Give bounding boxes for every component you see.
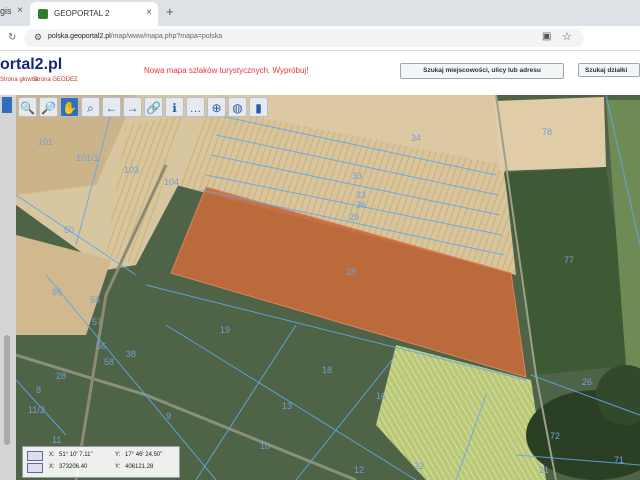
parcel-label: 96 <box>52 287 63 297</box>
parcel-label: 33 <box>356 190 367 200</box>
coord-value-y2: 406121.28 <box>125 464 154 470</box>
screenshot-icon[interactable]: ▣ <box>542 31 551 42</box>
parcel-label: 33 <box>352 171 363 181</box>
parcel-label: 36 <box>356 200 367 210</box>
parcel-label: 38 <box>126 349 137 359</box>
parcel-label: 12 <box>354 465 365 475</box>
parcel-label: 50 <box>64 225 75 235</box>
measure-icon[interactable]: … <box>186 97 205 117</box>
forward-arrow-icon[interactable]: → <box>123 97 142 117</box>
parcel-label: 8 <box>36 385 42 395</box>
zoom-in-icon[interactable]: 🔍 <box>18 97 37 117</box>
previous-tab[interactable]: gis <box>0 6 12 16</box>
parcel-label: 71 <box>614 455 625 465</box>
parcel-label: 9 <box>166 411 172 421</box>
news-banner[interactable]: Nowa mapa szlaków turystycznych. Wypróbu… <box>144 66 308 75</box>
map-toolbar: 🔍 🔎 ✋ ⌕ ← → 🔗 ℹ … ⊕ ◍ ▮ <box>18 97 268 121</box>
parcel-label: 34 <box>411 133 422 143</box>
new-tab-button[interactable]: + <box>166 4 174 19</box>
parcel-label: 29 <box>349 212 360 222</box>
close-icon[interactable]: × <box>17 5 23 16</box>
coord-label-y2: Y: <box>115 464 121 470</box>
address-bar: ↻ ⚙ polska.geoportal2.pl/map/www/mapa.ph… <box>0 26 640 51</box>
url-text: polska.geoportal2.pl/map/www/mapa.php?ma… <box>48 33 222 40</box>
crs-pl-icon[interactable] <box>27 463 43 473</box>
parcel-label: 104 <box>164 177 180 187</box>
url-domain: polska.geoportal2.pl <box>48 33 111 40</box>
parcel-label: 28 <box>346 267 357 277</box>
coord-value-y: 17° 46' 24.50" <box>125 452 163 458</box>
parcel-label: 78 <box>542 127 553 137</box>
parcel-label: 101/1 <box>76 153 99 163</box>
zoom-window-icon[interactable]: ⌕ <box>81 97 100 117</box>
parcel-label: 103 <box>124 165 140 175</box>
parcel-label: 10 <box>260 441 271 451</box>
back-arrow-icon[interactable]: ← <box>102 97 121 117</box>
parcel-label: 26 <box>582 377 593 387</box>
page-link[interactable]: Strona GEODEZ <box>33 77 78 83</box>
layers-icon[interactable]: ▮ <box>249 97 268 117</box>
parcel-label: 22 <box>414 461 425 471</box>
parcel-label: 58 <box>104 357 115 367</box>
parcel-label: 19 <box>220 325 231 335</box>
parcel-label: 11 <box>52 435 62 445</box>
url-input[interactable]: ⚙ polska.geoportal2.pl/map/www/mapa.php?… <box>24 29 584 47</box>
browser-tab-bar: gis × GEOPORTAL 2 × + <box>0 0 640 26</box>
parcel-label: 72 <box>550 431 561 441</box>
coord-label-x: X: <box>49 452 55 458</box>
parcel-label: 101 <box>38 137 54 147</box>
close-icon[interactable]: × <box>146 7 152 18</box>
parcel-label: 18 <box>322 365 333 375</box>
coord-value-x: 51° 10' 7.11" <box>59 452 93 458</box>
site-info-icon[interactable]: ⚙ <box>34 32 42 43</box>
info-icon[interactable]: ℹ <box>165 97 184 117</box>
coordinate-readout: X: 51° 10' 7.11" Y: 17° 46' 24.50" X: 37… <box>22 446 180 478</box>
url-path: /map/www/mapa.php?mapa=polska <box>110 33 223 40</box>
globe-icon[interactable]: ◍ <box>228 97 247 117</box>
parcel-label: 16 <box>376 391 387 401</box>
crs-wgs-icon[interactable] <box>27 451 43 461</box>
orthophoto-map <box>16 95 640 480</box>
site-logo[interactable]: ortal2.pl <box>0 56 62 74</box>
parcel-label: 28 <box>56 371 67 381</box>
active-tab[interactable]: GEOPORTAL 2 × <box>30 2 158 26</box>
reload-icon[interactable]: ↻ <box>8 32 16 43</box>
panel-toggle[interactable] <box>2 97 12 113</box>
side-panel-strip <box>0 95 16 480</box>
vertical-scrollbar[interactable] <box>4 335 10 445</box>
geoportal-favicon-icon <box>38 9 48 19</box>
center-icon[interactable]: ⊕ <box>207 97 226 117</box>
parcel-label: 11/2 <box>28 405 45 415</box>
coord-label-y: Y: <box>115 452 121 458</box>
parcel-label: 57 <box>92 317 103 327</box>
parcel-label: 13 <box>282 401 293 411</box>
parcel-label: 21 <box>539 465 550 475</box>
zoom-out-icon[interactable]: 🔎 <box>39 97 58 117</box>
coord-label-x2: X: <box>49 464 55 470</box>
map-canvas[interactable]: 34 78 101 101/1 103 104 33 33 36 29 28 7… <box>16 95 640 480</box>
parcel-label: 56 <box>96 341 107 351</box>
search-parcel-button[interactable]: Szukaj działki <box>578 63 640 77</box>
search-address-button[interactable]: Szukaj miejscowości, ulicy lub adresu <box>400 63 564 79</box>
pan-hand-icon[interactable]: ✋ <box>60 97 79 117</box>
parcel-label: 55 <box>90 295 101 305</box>
parcel-label: 77 <box>564 255 575 265</box>
bookmark-star-icon[interactable]: ☆ <box>562 30 572 43</box>
coord-value-x2: 373206.40 <box>59 464 88 470</box>
link-icon[interactable]: 🔗 <box>144 97 163 117</box>
page-header: ortal2.pl Strona główna Strona GEODEZ No… <box>0 51 640 95</box>
tab-title: GEOPORTAL 2 <box>54 9 110 18</box>
